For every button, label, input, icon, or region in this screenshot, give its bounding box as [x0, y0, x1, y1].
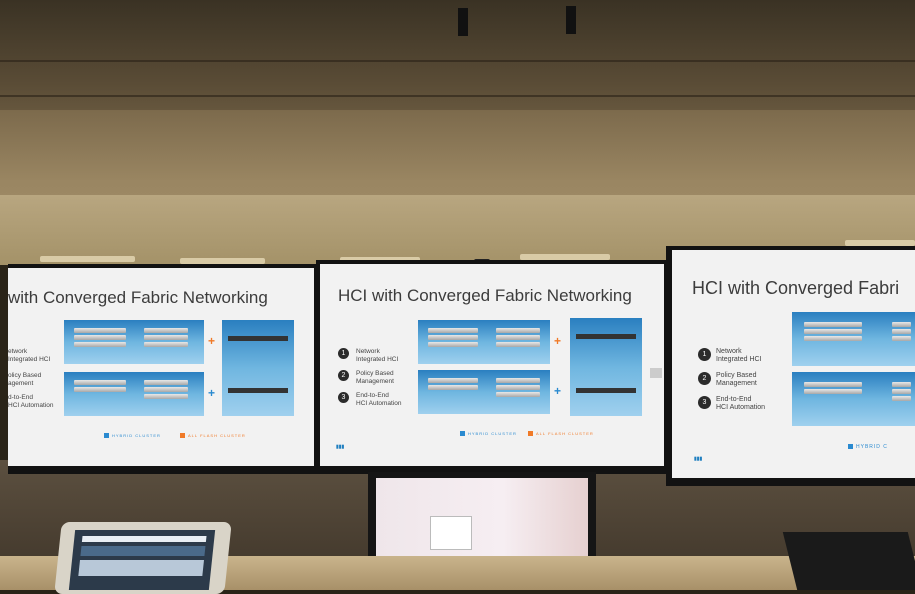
step-number: 2	[338, 370, 349, 381]
switch-panel	[570, 318, 642, 416]
ceiling-vent	[458, 8, 468, 36]
legend-swatch	[104, 433, 109, 438]
server-panel	[792, 312, 915, 366]
step-number: 3	[698, 396, 711, 409]
step-number: 1	[338, 348, 349, 359]
legend-label: HYBRID CLUSTER	[112, 433, 161, 438]
left-display: with Converged Fabric Networking etwork …	[8, 268, 314, 466]
legend-label: ALL FLASH CLUSTER	[188, 433, 246, 438]
server-panel	[792, 372, 915, 426]
slide-item: d-to-End HCI Automation	[8, 394, 54, 409]
laptop-screen	[68, 530, 216, 590]
legend-label: HYBRID CLUSTER	[468, 431, 517, 436]
slide-nav-tab	[650, 368, 662, 378]
plus-icon: +	[208, 334, 216, 348]
legend-swatch	[180, 433, 185, 438]
server-panel	[64, 372, 204, 416]
switch-panel	[222, 320, 294, 416]
slide-item: Network Integrated HCI	[356, 348, 399, 363]
legend-label: ALL FLASH CLUSTER	[536, 431, 594, 436]
cisco-logo-icon: ▮▮▮	[694, 456, 703, 462]
legend-swatch	[528, 431, 533, 436]
step-number: 1	[698, 348, 711, 361]
monitor-window	[430, 516, 472, 550]
server-panel	[64, 320, 204, 364]
server-panel	[418, 320, 550, 364]
slide-item: olicy Based agement	[8, 372, 42, 387]
plus-icon: +	[554, 384, 562, 398]
legend-swatch	[848, 444, 853, 449]
slide-title: with Converged Fabric Networking	[8, 288, 268, 307]
step-number: 2	[698, 372, 711, 385]
ceiling-seam	[0, 60, 915, 62]
slide-item: etwork Integrated HCI	[8, 348, 51, 363]
slide-title: HCI with Converged Fabri	[692, 278, 900, 298]
center-monitor-screen	[376, 478, 588, 560]
slide-item: Policy Based Management	[716, 372, 757, 387]
cisco-logo-icon: ▮▮▮	[336, 444, 345, 450]
plus-icon: +	[554, 334, 562, 348]
plus-icon: +	[208, 386, 216, 400]
slide-item: End-to-End HCI Automation	[356, 392, 402, 407]
server-panel	[418, 370, 550, 414]
slide-title: HCI with Converged Fabric Networking	[338, 286, 632, 305]
legend-label: HYBRID C	[856, 444, 888, 450]
step-number: 3	[338, 392, 349, 403]
right-display: HCI with Converged Fabri 1 Network Integ…	[672, 250, 915, 478]
slide-item: Network Integrated HCI	[716, 348, 762, 363]
ceiling-seam	[0, 95, 915, 97]
ceiling-vent	[566, 6, 576, 34]
slide-item: End-to-End HCI Automation	[716, 396, 766, 411]
tablet	[782, 532, 915, 590]
center-display: HCI with Converged Fabric Networking 1 N…	[320, 264, 664, 466]
slide-item: Policy Based Management	[356, 370, 394, 385]
legend-swatch	[460, 431, 465, 436]
light-strip	[40, 256, 135, 262]
